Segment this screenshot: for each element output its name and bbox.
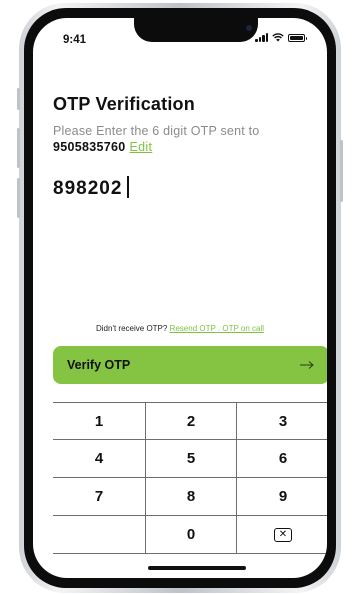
key-3[interactable]: 3 xyxy=(237,402,327,440)
key-8[interactable]: 8 xyxy=(145,478,237,516)
otp-value: 898202 xyxy=(53,178,123,199)
key-label: 9 xyxy=(278,488,288,505)
resend-prompt: Didn't receive OTP? xyxy=(96,324,168,333)
key-5[interactable]: 5 xyxy=(145,440,237,478)
power-button xyxy=(340,140,343,202)
battery-icon xyxy=(288,34,307,42)
key-label: 8 xyxy=(186,488,196,505)
otp-input[interactable]: 898202 xyxy=(53,176,130,200)
page-title: OTP Verification xyxy=(53,94,195,114)
instruction-text: Please Enter the 6 digit OTP sent to xyxy=(53,124,260,138)
key-6[interactable]: 6 xyxy=(237,440,327,478)
wifi-icon xyxy=(272,33,284,42)
key-4[interactable]: 4 xyxy=(53,440,145,478)
resend-row: Didn't receive OTP? Resend OTP . OTP on … xyxy=(33,324,327,333)
key-label: 1 xyxy=(94,412,104,430)
signal-icon xyxy=(255,33,268,42)
edit-link[interactable]: Edit xyxy=(130,140,153,154)
resend-otp-link[interactable]: Resend OTP . OTP on call xyxy=(170,324,264,333)
numeric-keypad: 1 2 3 4 5 6 7 8 9 0 ✕ xyxy=(53,402,327,554)
key-2[interactable]: 2 xyxy=(145,402,237,440)
key-label: 0 xyxy=(186,526,196,543)
key-empty xyxy=(53,516,145,554)
backspace-icon: ✕ xyxy=(274,527,292,542)
volume-down-button xyxy=(17,178,20,218)
camera-icon xyxy=(246,25,252,31)
key-label: 6 xyxy=(278,450,288,467)
key-1[interactable]: 1 xyxy=(53,402,145,440)
status-icons xyxy=(255,33,307,42)
verify-otp-button[interactable]: Verify OTP xyxy=(53,346,327,384)
key-label: 7 xyxy=(94,488,104,505)
arrow-right-icon xyxy=(300,361,314,369)
home-indicator[interactable] xyxy=(148,566,246,570)
verify-button-label: Verify OTP xyxy=(67,358,131,372)
phone-number: 9505835760 xyxy=(53,140,126,154)
screen: 9:41 OTP Verification Please Enter the 6… xyxy=(33,18,327,578)
key-label: 4 xyxy=(94,450,104,467)
status-time: 9:41 xyxy=(63,34,87,46)
key-0[interactable]: 0 xyxy=(145,516,237,554)
phone-number-row: 9505835760 Edit xyxy=(53,140,152,154)
key-label: 2 xyxy=(186,412,196,430)
key-9[interactable]: 9 xyxy=(237,478,327,516)
text-caret xyxy=(127,176,130,198)
key-backspace[interactable]: ✕ xyxy=(237,516,327,554)
key-7[interactable]: 7 xyxy=(53,478,145,516)
volume-up-button xyxy=(17,128,20,168)
key-label: 5 xyxy=(186,450,196,467)
mute-switch xyxy=(17,88,20,110)
notch xyxy=(134,18,258,42)
key-label: 3 xyxy=(278,412,288,430)
